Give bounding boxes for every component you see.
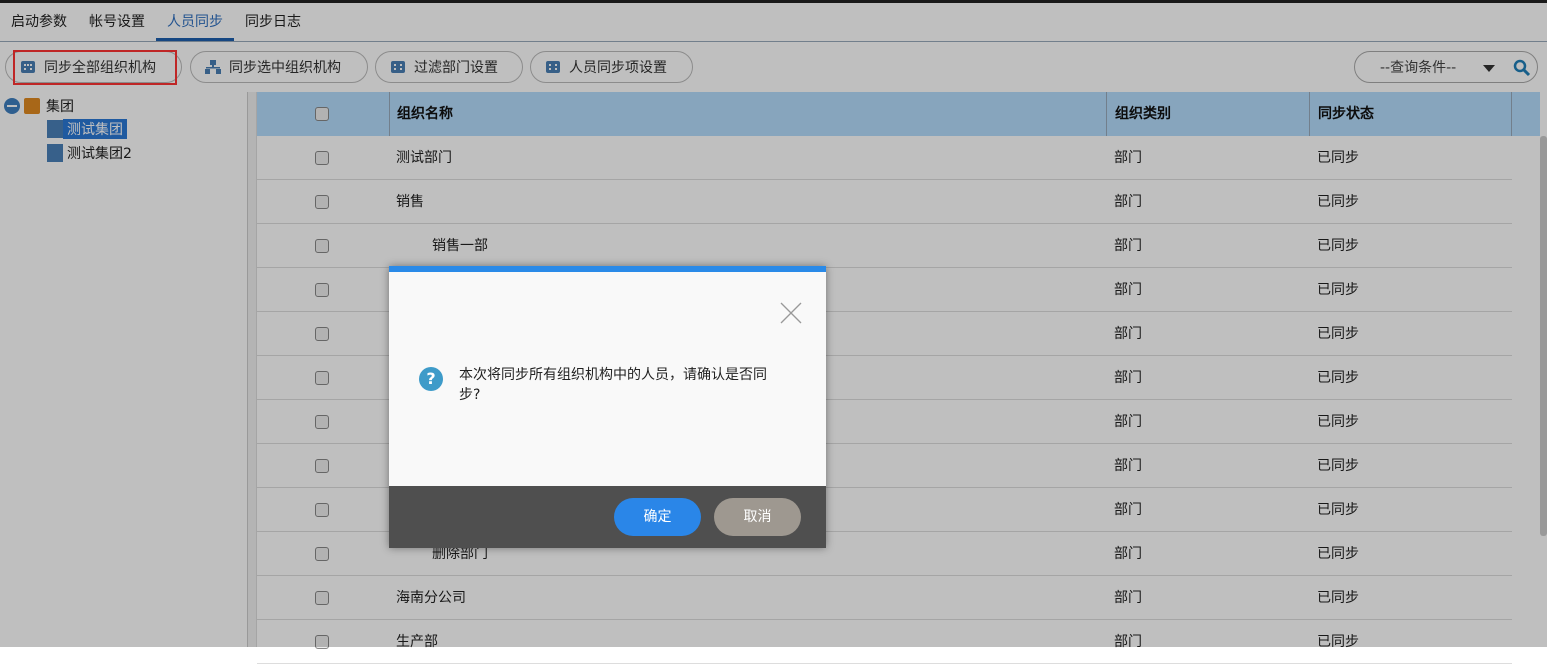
dialog-footer: 确定 取消 (389, 486, 826, 548)
dialog-message: 本次将同步所有组织机构中的人员，请确认是否同步? (459, 367, 767, 403)
confirm-dialog: ? 本次将同步所有组织机构中的人员，请确认是否同步? 确定 取消 (389, 266, 826, 548)
close-icon[interactable] (780, 302, 802, 324)
cancel-button[interactable]: 取消 (714, 498, 801, 536)
confirm-button[interactable]: 确定 (614, 498, 701, 536)
question-icon: ? (419, 367, 443, 391)
